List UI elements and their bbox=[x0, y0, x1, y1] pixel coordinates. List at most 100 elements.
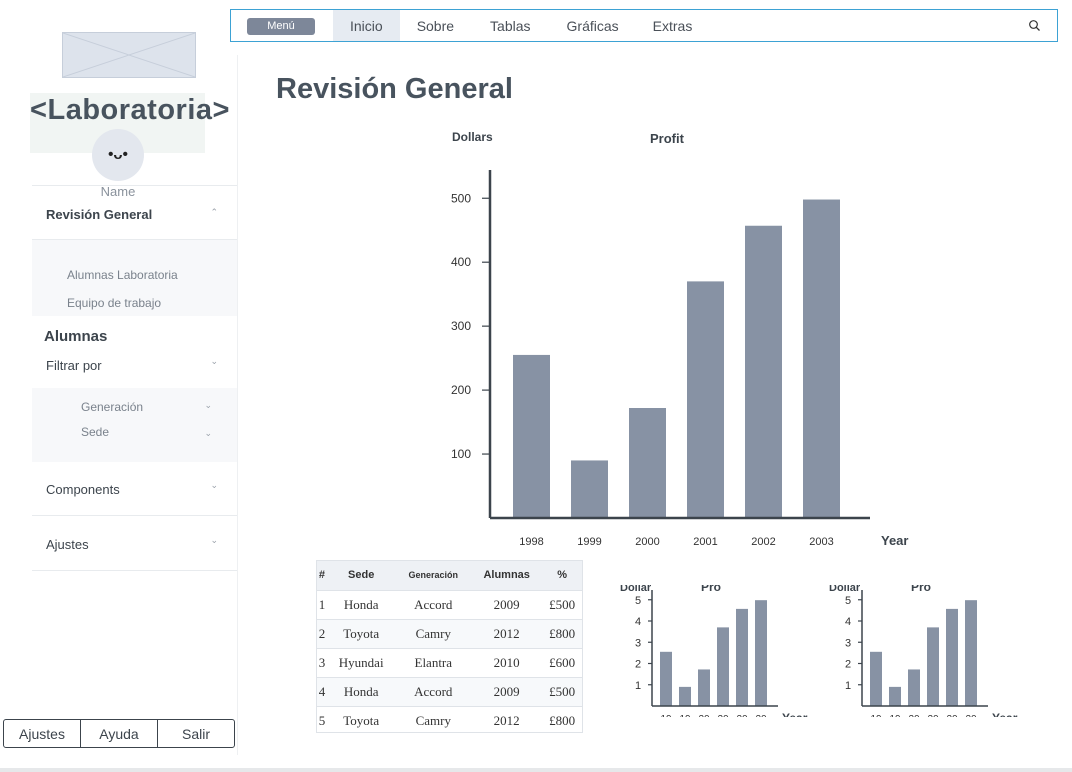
chart-bar bbox=[736, 608, 748, 706]
table-header-percent[interactable]: % bbox=[542, 561, 582, 591]
chart-bar bbox=[803, 199, 840, 519]
chart-x-tick-label: 20 bbox=[946, 714, 958, 725]
chart-y-axis-label: Dollar bbox=[620, 582, 652, 594]
chart-bar bbox=[698, 669, 710, 706]
table-cell: Accord bbox=[395, 677, 472, 707]
chart-y-tick-label: 500 bbox=[451, 191, 471, 205]
table-cell: 1 bbox=[317, 590, 327, 620]
table-header-row: # Sede Generación Alumnas % bbox=[317, 561, 582, 591]
chart-bar bbox=[965, 600, 977, 706]
table-cell: 5 bbox=[317, 706, 327, 732]
table-cell: 2012 bbox=[471, 706, 543, 732]
table-row[interactable]: 3 Hyundai Elantra 2010 £600 bbox=[317, 648, 582, 678]
table-cell: Elantra bbox=[395, 648, 472, 678]
table-cell: £500 bbox=[542, 590, 582, 620]
chart-bar bbox=[755, 600, 767, 706]
chart-x-axis-label: Year bbox=[881, 533, 908, 548]
table-cell: Toyota bbox=[326, 619, 396, 649]
chart-bar bbox=[717, 627, 729, 706]
table-row[interactable]: 1 Honda Accord 2009 £500 bbox=[317, 590, 582, 620]
chart-bar bbox=[660, 651, 672, 706]
chart-y-tick-label: 100 bbox=[451, 447, 471, 461]
main-profit-chart: 100 200 300 400 500 1998 1999 2000 2001 2002 2003 P… bbox=[451, 130, 909, 548]
mini-profit-chart: 1 2 3 4 5 19 19 20 20 20 20 Pro Dollar Year bbox=[829, 580, 1018, 725]
chart-x-tick-label: 2000 bbox=[635, 536, 659, 548]
table-cell: £800 bbox=[542, 619, 582, 649]
chart-y-tick-label: 400 bbox=[451, 255, 471, 269]
chart-x-axis-label: Year bbox=[992, 711, 1018, 725]
table-cell: 2012 bbox=[471, 619, 543, 649]
chart-x-tick-label: 19 bbox=[889, 714, 901, 725]
chart-bar bbox=[679, 686, 691, 706]
chart-x-tick-label: 20 bbox=[755, 714, 767, 725]
chart-bar bbox=[629, 408, 666, 518]
chart-x-tick-label: 2003 bbox=[809, 536, 833, 548]
chart-bar bbox=[745, 225, 782, 518]
chart-title: Pro bbox=[911, 580, 931, 594]
table-cell: Hyundai bbox=[326, 648, 396, 678]
chart-bar bbox=[571, 460, 608, 518]
chart-y-tick-label: 3 bbox=[845, 637, 851, 649]
table-cell: Camry bbox=[395, 619, 472, 649]
chart-bar bbox=[687, 281, 724, 518]
chart-y-tick-label: 2 bbox=[845, 659, 851, 671]
data-table: # Sede Generación Alumnas % 1 Honda Accord… bbox=[316, 560, 583, 733]
chart-y-tick-label: 4 bbox=[635, 616, 641, 628]
chart-bar bbox=[946, 608, 958, 706]
chart-x-tick-label: 20 bbox=[908, 714, 920, 725]
chart-x-tick-label: 20 bbox=[698, 714, 710, 725]
chart-y-tick-label: 5 bbox=[635, 595, 641, 607]
mini-profit-chart: 1 2 3 4 5 19 19 20 20 20 20 Pro Dollar Year bbox=[620, 580, 808, 725]
chart-x-tick-label: 1998 bbox=[519, 536, 543, 548]
chart-title: Profit bbox=[650, 131, 685, 146]
chart-x-tick-label: 2002 bbox=[751, 536, 775, 548]
table-header-sede[interactable]: Sede bbox=[326, 561, 396, 591]
chart-y-tick-label: 3 bbox=[635, 637, 641, 649]
table-cell: 2009 bbox=[471, 677, 543, 707]
chart-bar bbox=[889, 686, 901, 706]
chart-x-tick-label: 20 bbox=[927, 714, 939, 725]
chart-x-tick-label: 20 bbox=[965, 714, 977, 725]
chart-y-tick-label: 300 bbox=[451, 319, 471, 333]
chart-x-tick-label: 2001 bbox=[693, 536, 717, 548]
table-cell: 2010 bbox=[471, 648, 543, 678]
chart-x-tick-label: 19 bbox=[660, 714, 672, 725]
chart-x-tick-label: 20 bbox=[717, 714, 729, 725]
table-cell: Camry bbox=[395, 706, 472, 732]
table-cell: 2 bbox=[317, 619, 327, 649]
table-header-alumnas[interactable]: Alumnas bbox=[471, 561, 543, 591]
table-cell: 3 bbox=[317, 648, 327, 678]
chart-x-tick-label: 19 bbox=[870, 714, 882, 725]
chart-bar bbox=[870, 651, 882, 706]
table-cell: 4 bbox=[317, 677, 327, 707]
table-cell: £500 bbox=[542, 677, 582, 707]
table-cell: £800 bbox=[542, 706, 582, 732]
table-row[interactable]: 2 Toyota Camry 2012 £800 bbox=[317, 619, 582, 649]
chart-bar bbox=[927, 627, 939, 706]
table-header-generacion[interactable]: Generación bbox=[395, 561, 472, 591]
chart-title: Pro bbox=[701, 580, 721, 594]
chart-y-axis-label: Dollar bbox=[829, 582, 861, 594]
chart-y-axis-label: Dollars bbox=[452, 130, 493, 144]
table-cell: £600 bbox=[542, 648, 582, 678]
table-cell: Honda bbox=[326, 677, 396, 707]
chart-y-tick-label: 1 bbox=[635, 680, 641, 692]
chart-y-tick-label: 2 bbox=[635, 659, 641, 671]
chart-bar bbox=[513, 354, 550, 518]
chart-x-axis-label: Year bbox=[782, 711, 808, 725]
chart-y-tick-label: 200 bbox=[451, 383, 471, 397]
table-cell: Honda bbox=[326, 590, 396, 620]
table-row[interactable]: 4 Honda Accord 2009 £500 bbox=[317, 677, 582, 707]
table-cell: Toyota bbox=[326, 706, 396, 732]
chart-y-tick-label: 5 bbox=[845, 595, 851, 607]
chart-x-tick-label: 1999 bbox=[577, 536, 601, 548]
table-row[interactable]: 5 Toyota Camry 2012 £800 bbox=[317, 706, 582, 732]
footer-divider bbox=[0, 768, 1072, 772]
chart-y-tick-label: 4 bbox=[845, 616, 851, 628]
table-cell: Accord bbox=[395, 590, 472, 620]
chart-x-tick-label: 19 bbox=[679, 714, 691, 725]
table-cell: 2009 bbox=[471, 590, 543, 620]
chart-bar bbox=[908, 669, 920, 706]
table-header-index[interactable]: # bbox=[317, 561, 327, 591]
chart-x-tick-label: 20 bbox=[736, 714, 748, 725]
